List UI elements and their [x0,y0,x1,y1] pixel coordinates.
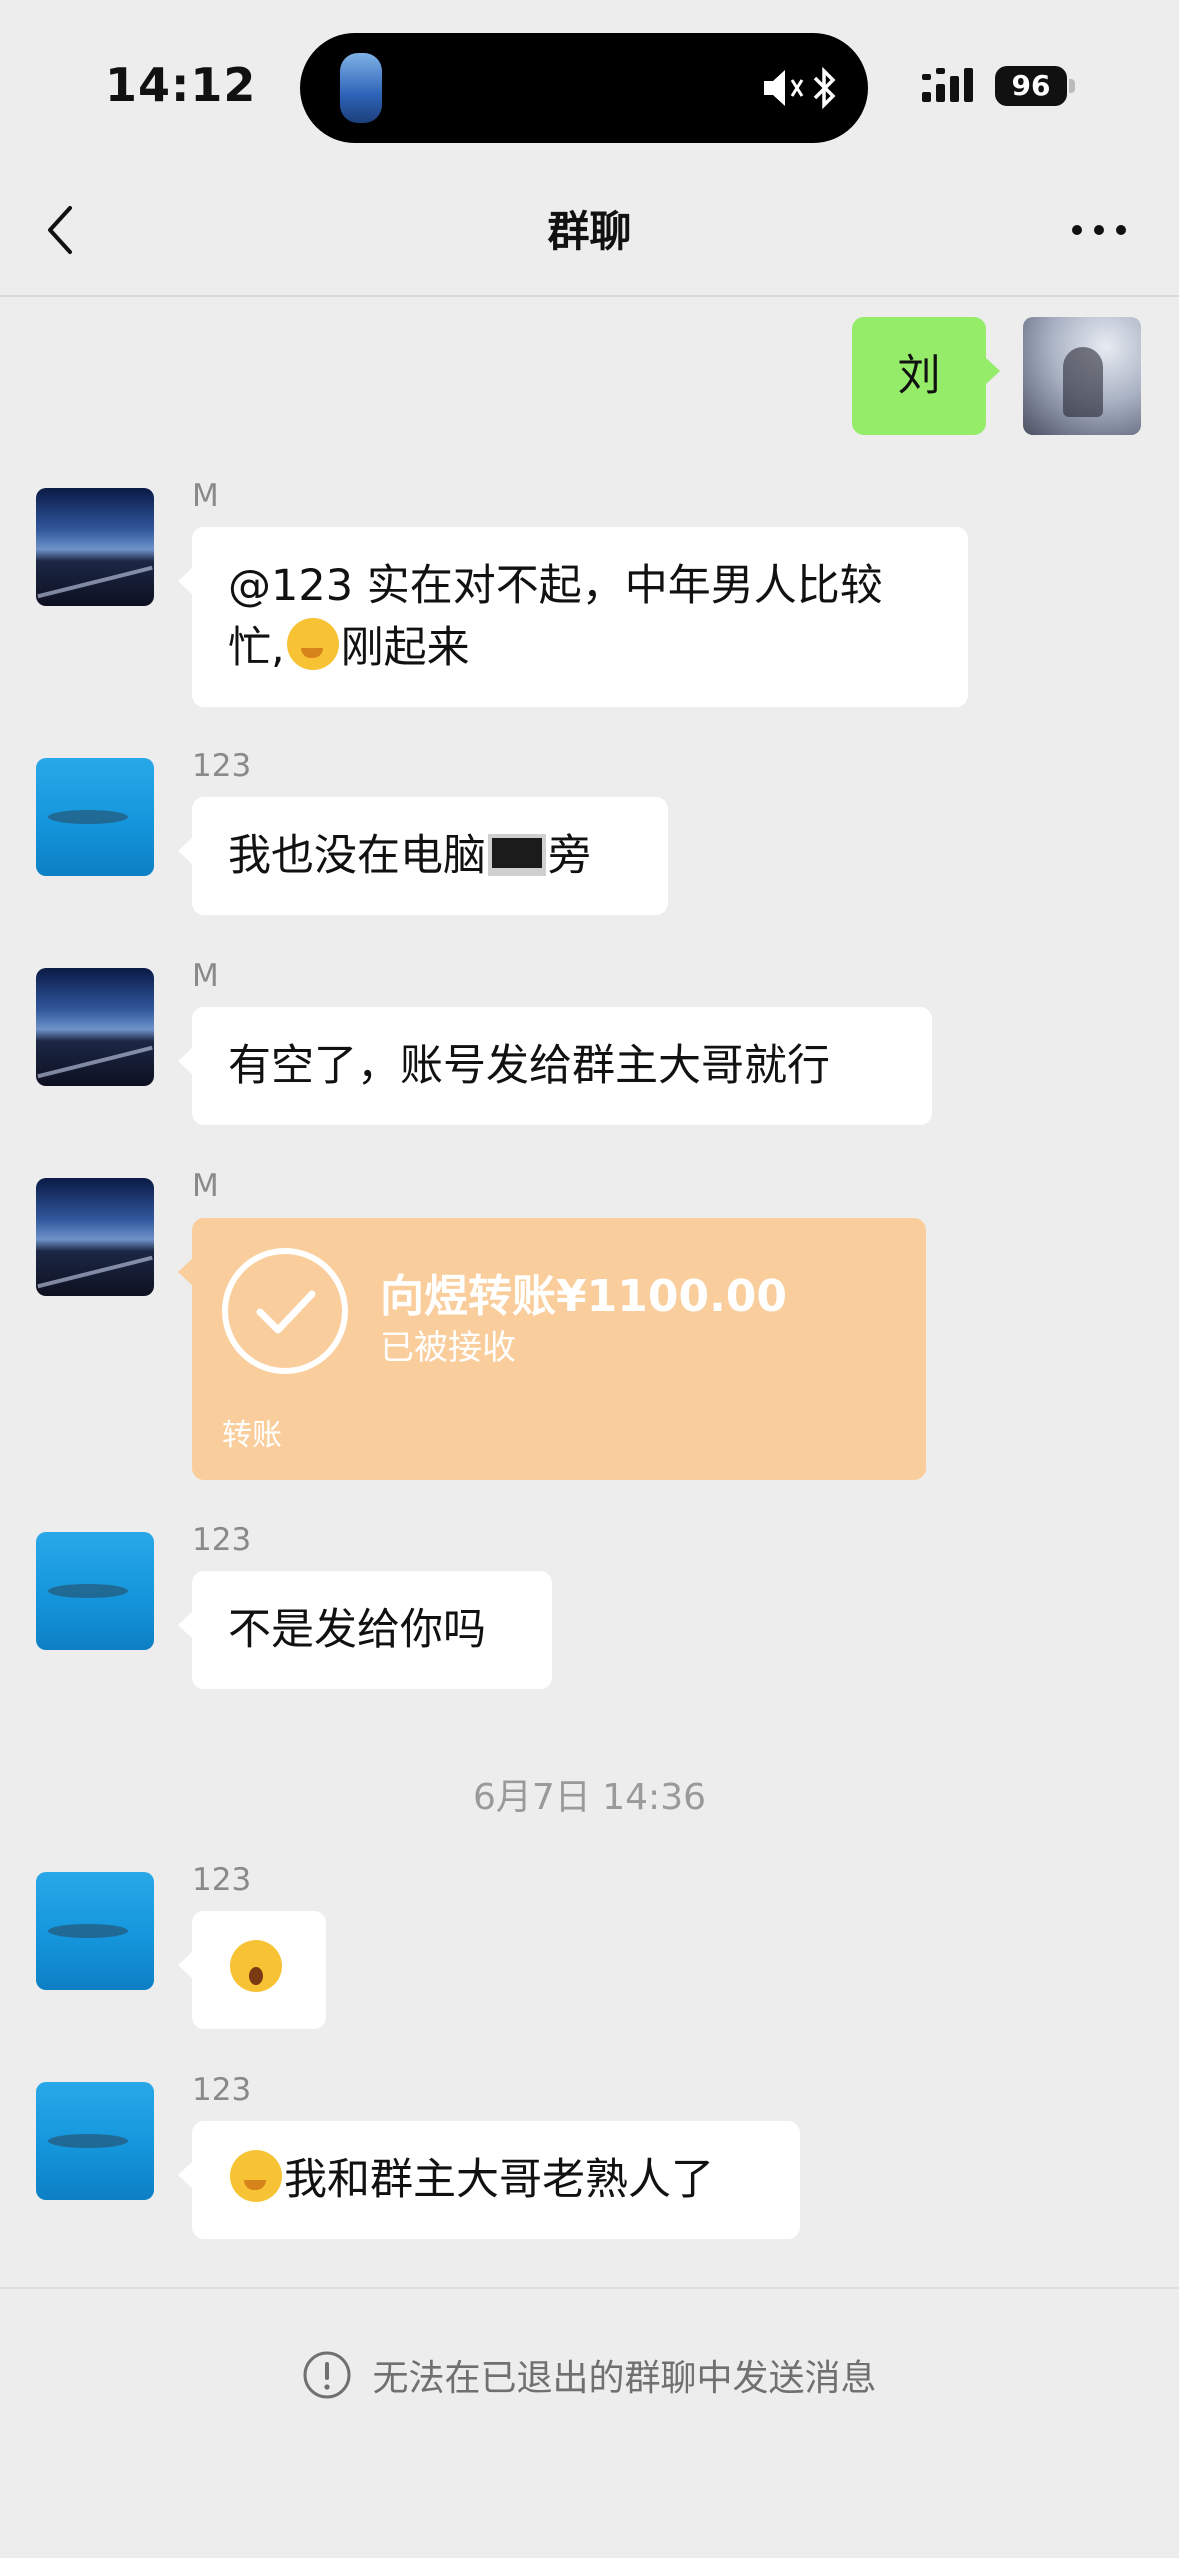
message-text: 我和群主大哥老熟人了 [284,2155,714,2205]
message-bubble[interactable] [178,1911,326,2029]
now-playing-thumbnail [340,53,382,123]
message-text: 忙, [228,623,285,673]
transfer-received-check-icon [222,1248,348,1374]
time-divider: 6月7日 14:36 [473,1777,706,1818]
sender-name: 123 [192,748,252,784]
page-title: 群聊 [547,207,632,256]
message-text: 有空了，账号发给群主大哥就行 [228,1041,830,1091]
footer-notice: 无法在已退出的群聊中发送消息 [0,2349,1179,2401]
chat-header: 群聊 [0,170,1179,297]
sender-name: M [192,958,219,994]
more-options-icon[interactable] [1069,200,1129,260]
sender-name: 123 [192,1522,252,1558]
island-icons [762,65,838,111]
status-bar: 14:12 96 [0,0,1179,170]
avatar[interactable] [36,1178,154,1296]
sender-name: M [192,478,219,514]
transfer-card[interactable]: 向煜转账¥1100.00 已被接收 转账 [178,1218,926,1480]
bluetooth-icon [813,66,836,110]
desktop-computer-emoji-icon [488,834,546,876]
message-bubble[interactable]: 我也没在电脑 旁 [178,797,668,915]
avatar[interactable] [36,2082,154,2200]
exclamation-circle-icon [303,2351,351,2399]
message-text-line: @123 实在对不起，中年男人比较 [228,561,883,611]
input-disabled-footer: 无法在已退出的群聊中发送消息 [0,2287,1179,2558]
message-text: 刚起来 [340,623,470,673]
battery-cap [1069,79,1075,93]
hand-over-mouth-emoji-icon [286,618,339,670]
message-text-line: 忙, 刚起来 [228,617,932,679]
self-message-text: 刘 [897,351,941,401]
self-message-bubble[interactable]: 刘 [852,317,1000,435]
footer-notice-text: 无法在已退出的群聊中发送消息 [372,2358,877,2399]
clock: 14:12 [105,58,257,112]
avatar[interactable] [36,1872,154,1990]
cellular-signal-icon [922,68,973,102]
message-text: 旁 [548,831,591,881]
speaker-icon [764,70,804,106]
transfer-status: 已被接收 [380,1328,516,1368]
message-bubble[interactable]: 不是发给你吗 [178,1571,552,1689]
message-bubble[interactable]: 我和群主大哥老熟人了 [178,2121,800,2239]
avatar[interactable] [36,488,154,606]
message-bubble[interactable]: 有空了，账号发给群主大哥就行 [178,1007,932,1125]
transfer-amount: 向煜转账¥1100.00 [380,1271,788,1322]
transfer-label: 转账 [222,1418,282,1453]
sender-name: 123 [192,2072,252,2108]
hand-over-mouth-emoji-icon [230,2150,282,2202]
sender-name: 123 [192,1862,252,1898]
message-bubble[interactable]: @123 实在对不起，中年男人比较 忙, 刚起来 [178,527,968,707]
self-avatar[interactable] [1023,317,1141,435]
message-text: 不是发给你吗 [228,1605,486,1655]
hushed-face-emoji-icon [230,1940,282,1992]
avatar[interactable] [36,968,154,1086]
avatar[interactable] [36,758,154,876]
battery-indicator: 96 [995,66,1067,106]
dynamic-island[interactable] [300,33,868,143]
avatar[interactable] [36,1532,154,1650]
message-text: 我也没在电脑 [228,831,486,881]
sender-name: M [192,1168,219,1204]
